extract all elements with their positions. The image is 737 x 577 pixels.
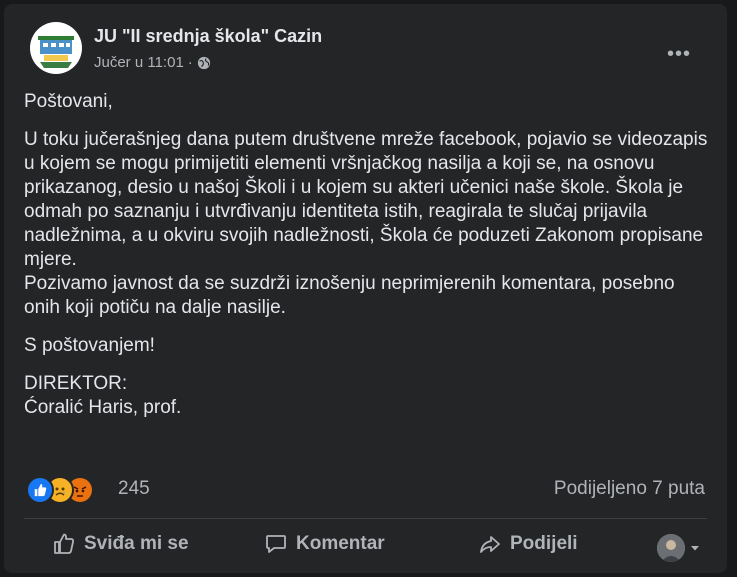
chevron-down-icon	[691, 546, 699, 551]
more-options-icon[interactable]: •••	[661, 36, 697, 72]
like-icon	[26, 476, 54, 504]
reaction-count[interactable]: 245	[118, 478, 150, 500]
page-name[interactable]: JU "II srednja škola" Cazin	[94, 26, 322, 47]
actions-divider	[24, 518, 707, 519]
post-text-statement: U toku jučerašnjeg dana putem društvene …	[24, 129, 708, 270]
comment-icon	[266, 535, 286, 553]
share-arrow-icon	[480, 536, 500, 553]
post-paragraph-greeting: Poštovani,	[24, 91, 113, 112]
post-timestamp[interactable]: Jučer u 11:01	[94, 54, 184, 71]
post-meta: Jučer u 11:01 ·	[94, 54, 211, 71]
school-logo-icon	[31, 23, 81, 73]
post-paragraph-closing: S poštovanjem!	[24, 335, 155, 356]
page-avatar[interactable]	[30, 22, 82, 74]
user-avatar	[657, 534, 685, 562]
post-paragraph-main: U toku jučerašnjeg dana putem društvene …	[24, 128, 714, 320]
thumbs-up-icon	[54, 533, 74, 554]
like-button[interactable]: Sviđa mi se	[52, 532, 189, 556]
post-header: JU "II srednja škola" Cazin Jučer u 11:0…	[24, 18, 711, 78]
signature-name: Ćoralić Haris, prof.	[24, 397, 182, 418]
comment-button[interactable]: Komentar	[264, 532, 385, 556]
signature-title: DIREKTOR:	[24, 373, 128, 394]
globe-icon	[197, 56, 210, 69]
post-stats: 245 Podijeljeno 7 puta	[26, 476, 705, 504]
post-card: JU "II srednja škola" Cazin Jučer u 11:0…	[4, 4, 727, 573]
post-paragraph-signature: DIREKTOR: Ćoralić Haris, prof.	[24, 372, 714, 420]
share-count[interactable]: Podijeljeno 7 puta	[554, 478, 705, 500]
reactions-summary[interactable]	[26, 476, 94, 504]
profile-switcher[interactable]	[657, 534, 701, 562]
comment-button-label: Komentar	[296, 533, 385, 554]
post-text-appeal: Pozivamo javnost da se suzdrži iznošenju…	[24, 273, 675, 318]
meta-separator: ·	[187, 54, 193, 71]
post-body: Poštovani, U toku jučerašnjeg dana putem…	[24, 90, 714, 434]
like-button-label: Sviđa mi se	[84, 533, 189, 554]
post-actions: Sviđa mi se Komentar Podijeli	[24, 524, 707, 568]
share-button[interactable]: Podijeli	[478, 532, 578, 556]
share-button-label: Podijeli	[510, 533, 578, 554]
